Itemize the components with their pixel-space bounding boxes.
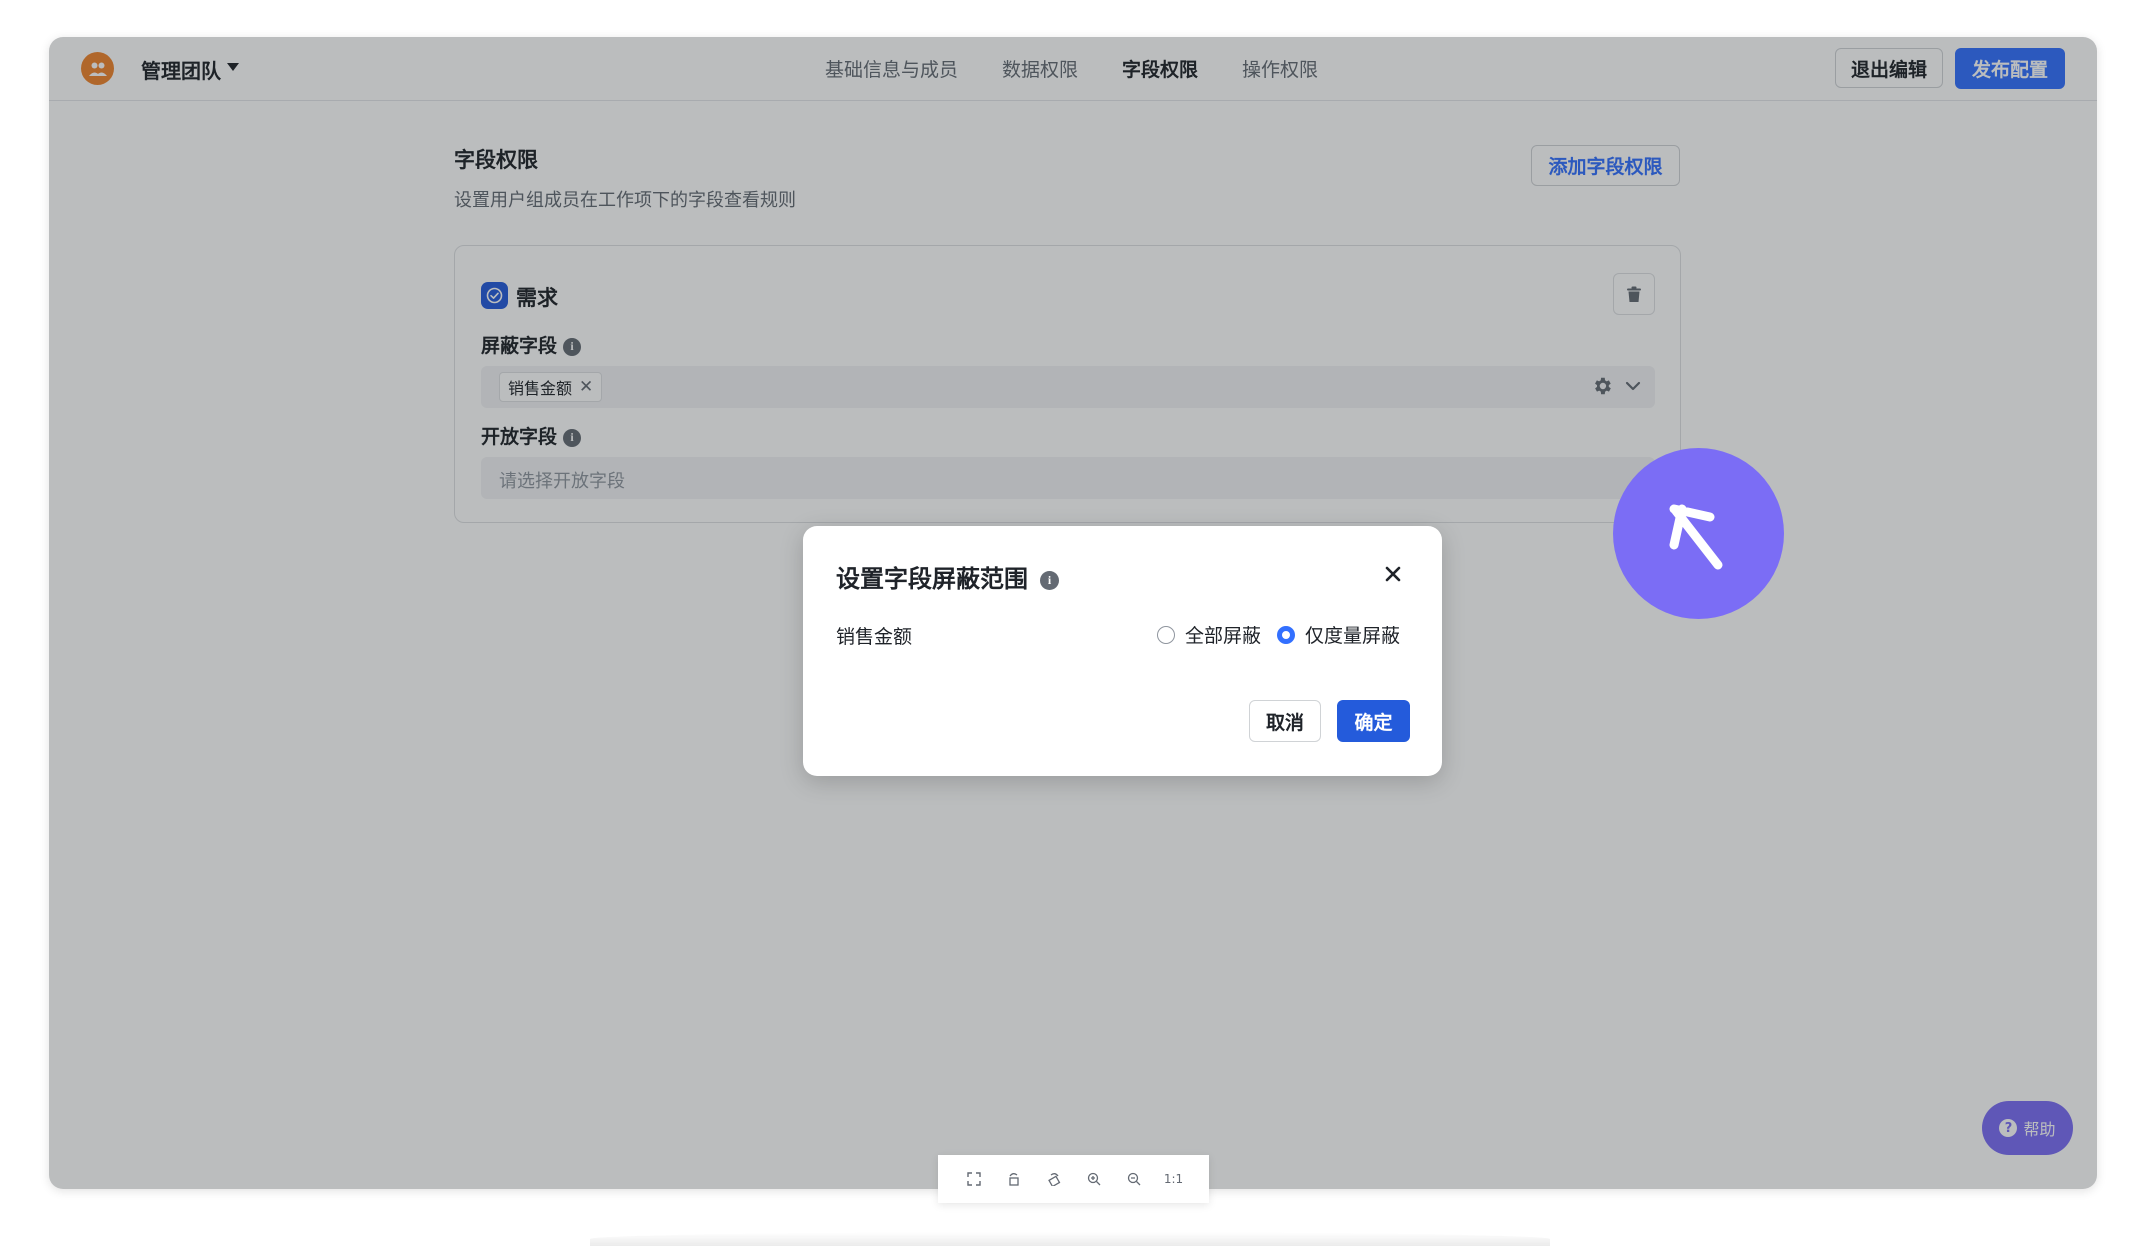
zoom-in-icon[interactable] [1074,1159,1114,1199]
info-icon[interactable]: i [1040,571,1059,590]
zoom-out-icon[interactable] [1114,1159,1154,1199]
dialog-title-text: 设置字段屏蔽范围 [836,565,1028,593]
dialog-title: 设置字段屏蔽范围 i [836,559,1059,594]
cursor-highlight [1613,448,1784,619]
cancel-button[interactable]: 取消 [1249,700,1321,742]
rotate-left-icon[interactable] [994,1159,1034,1199]
radio-mask-measure-only[interactable]: 仅度量屏蔽 [1277,621,1400,648]
viewer-toolbar: 1:1 [938,1155,1209,1203]
actual-size-button[interactable]: 1:1 [1154,1159,1194,1199]
mask-scope-radio-group: 全部屏蔽 仅度量屏蔽 [1157,621,1400,648]
radio-unchecked-icon [1157,625,1175,644]
radio-checked-icon [1277,625,1296,644]
close-icon[interactable] [1379,560,1407,588]
radio-label: 仅度量屏蔽 [1305,625,1401,647]
bottom-shadow [590,1232,1550,1246]
rotate-right-icon[interactable] [1034,1159,1074,1199]
app-window: 管理团队 基础信息与成员 数据权限 字段权限 操作权限 退出编辑 发布配置 字段… [49,37,2097,1189]
fullscreen-icon[interactable] [954,1159,994,1199]
mask-range-dialog: 设置字段屏蔽范围 i 销售金额 全部屏蔽 仅度量屏蔽 取消 确定 [803,526,1442,776]
cursor-arrow-icon [1669,504,1722,569]
radio-label: 全部屏蔽 [1185,625,1262,647]
radio-mask-all[interactable]: 全部屏蔽 [1157,621,1261,648]
dialog-field-name: 销售金额 [836,626,913,648]
confirm-button[interactable]: 确定 [1337,700,1410,742]
